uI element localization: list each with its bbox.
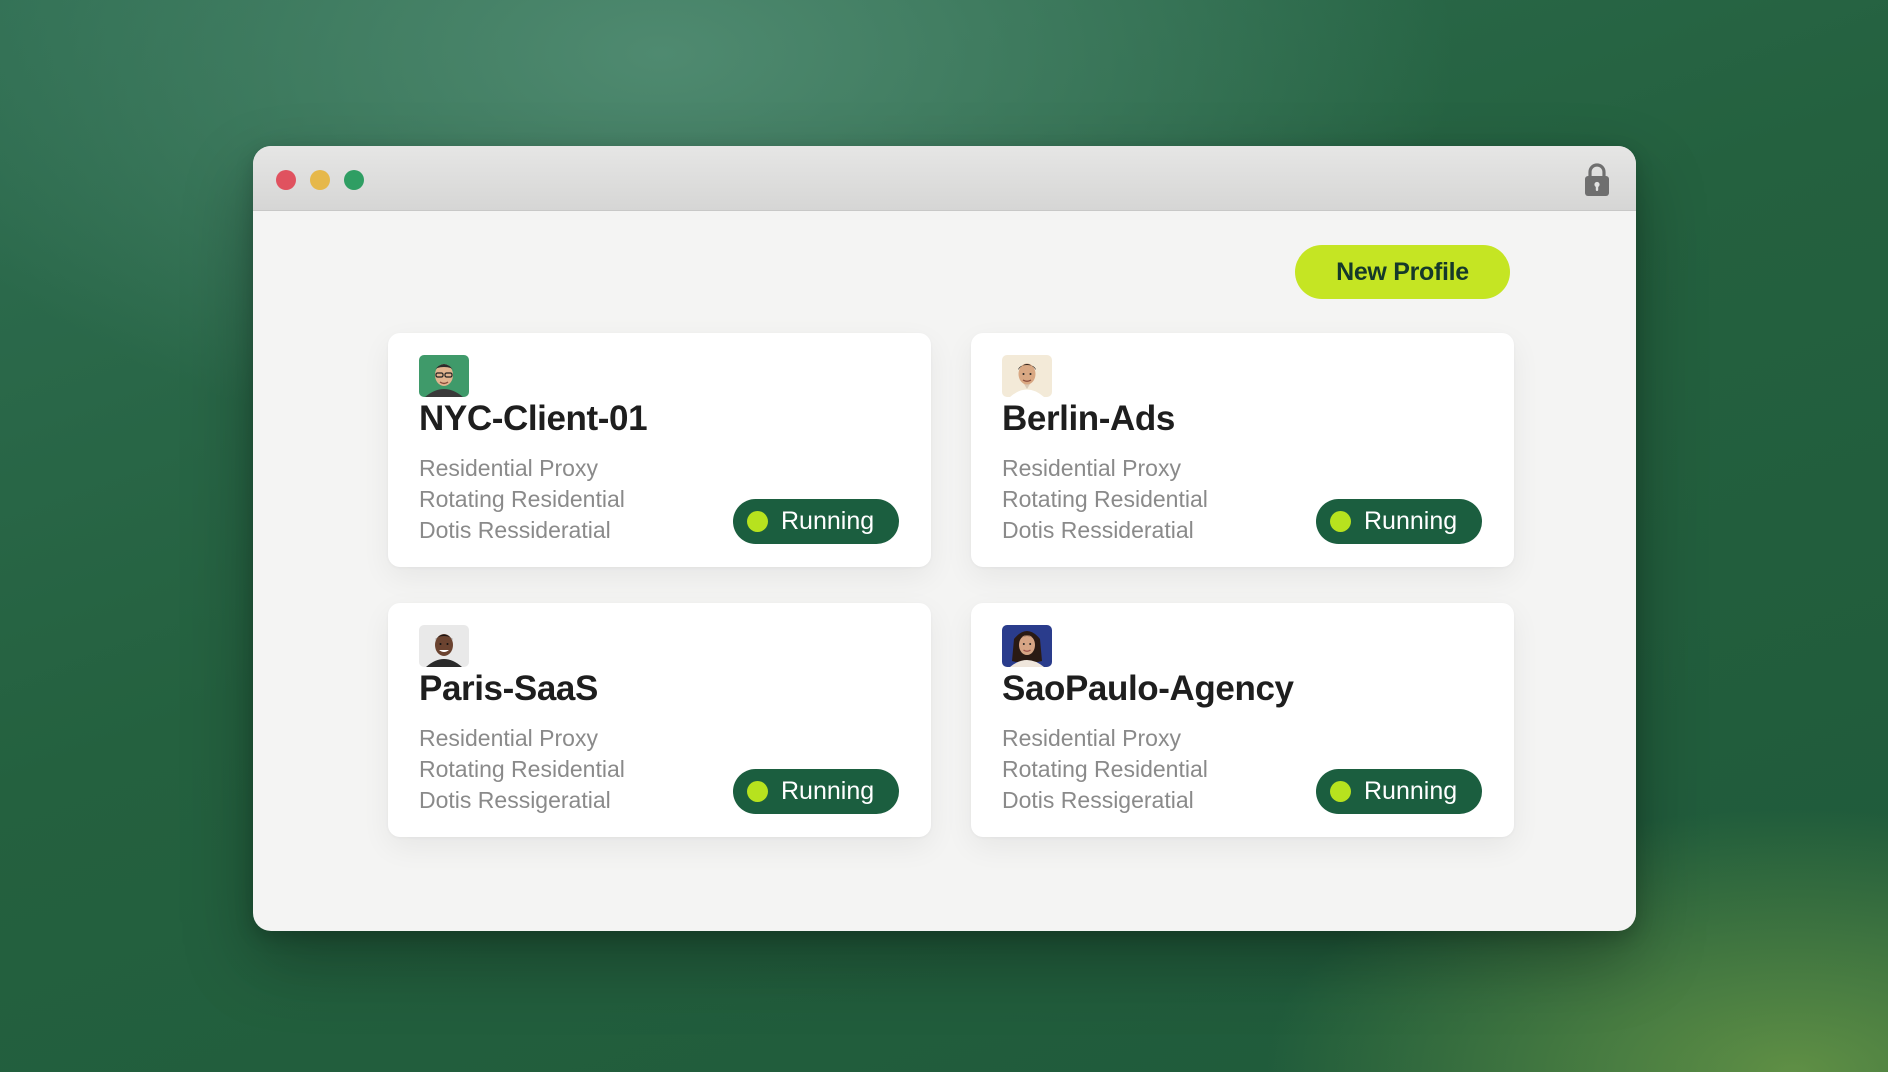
title-bar: [253, 146, 1636, 211]
profile-card[interactable]: Berlin-Ads Residential Proxy Rotating Re…: [971, 333, 1514, 567]
proxy-pool: Dotis Ressigeratial: [1002, 787, 1194, 813]
minimize-window-button[interactable]: [310, 170, 330, 190]
avatar: [419, 355, 469, 397]
proxy-pool: Dotis Ressigeratial: [419, 787, 611, 813]
proxy-rotation: Rotating Residential: [1002, 486, 1208, 512]
maximize-window-button[interactable]: [344, 170, 364, 190]
proxy-type: Residential Proxy: [419, 455, 598, 481]
status-badge[interactable]: Running: [1316, 499, 1482, 544]
close-window-button[interactable]: [276, 170, 296, 190]
status-label: Running: [1364, 777, 1458, 805]
status-badge[interactable]: Running: [733, 769, 899, 814]
profile-name: Paris-SaaS: [419, 669, 598, 708]
profile-name: NYC-Client-01: [419, 399, 648, 438]
proxy-rotation: Rotating Residential: [1002, 756, 1208, 782]
profile-card[interactable]: SaoPaulo-Agency Residential Proxy Rotati…: [971, 603, 1514, 837]
status-badge[interactable]: Running: [733, 499, 899, 544]
proxy-rotation: Rotating Residential: [419, 486, 625, 512]
app-window: New Profile NYC-Client-01 Residential Pr…: [253, 146, 1636, 931]
proxy-details: Residential Proxy Rotating Residential D…: [1002, 453, 1208, 546]
new-profile-button[interactable]: New Profile: [1295, 245, 1510, 299]
profile-name: SaoPaulo-Agency: [1002, 669, 1294, 708]
status-label: Running: [781, 777, 875, 805]
status-dot-icon: [1330, 781, 1351, 802]
proxy-pool: Dotis Ressideratial: [1002, 517, 1194, 543]
proxy-details: Residential Proxy Rotating Residential D…: [1002, 723, 1208, 816]
status-label: Running: [781, 507, 875, 535]
profile-name: Berlin-Ads: [1002, 399, 1175, 438]
proxy-rotation: Rotating Residential: [419, 756, 625, 782]
proxy-pool: Dotis Ressideratial: [419, 517, 611, 543]
proxy-type: Residential Proxy: [419, 725, 598, 751]
avatar: [1002, 355, 1052, 397]
lock-icon[interactable]: [1582, 162, 1612, 198]
proxy-type: Residential Proxy: [1002, 725, 1181, 751]
avatar: [1002, 625, 1052, 667]
proxy-type: Residential Proxy: [1002, 455, 1181, 481]
proxy-details: Residential Proxy Rotating Residential D…: [419, 723, 625, 816]
profile-card[interactable]: NYC-Client-01 Residential Proxy Rotating…: [388, 333, 931, 567]
status-dot-icon: [747, 781, 768, 802]
status-label: Running: [1364, 507, 1458, 535]
status-dot-icon: [1330, 511, 1351, 532]
status-badge[interactable]: Running: [1316, 769, 1482, 814]
proxy-details: Residential Proxy Rotating Residential D…: [419, 453, 625, 546]
profile-card[interactable]: Paris-SaaS Residential Proxy Rotating Re…: [388, 603, 931, 837]
status-dot-icon: [747, 511, 768, 532]
avatar: [419, 625, 469, 667]
